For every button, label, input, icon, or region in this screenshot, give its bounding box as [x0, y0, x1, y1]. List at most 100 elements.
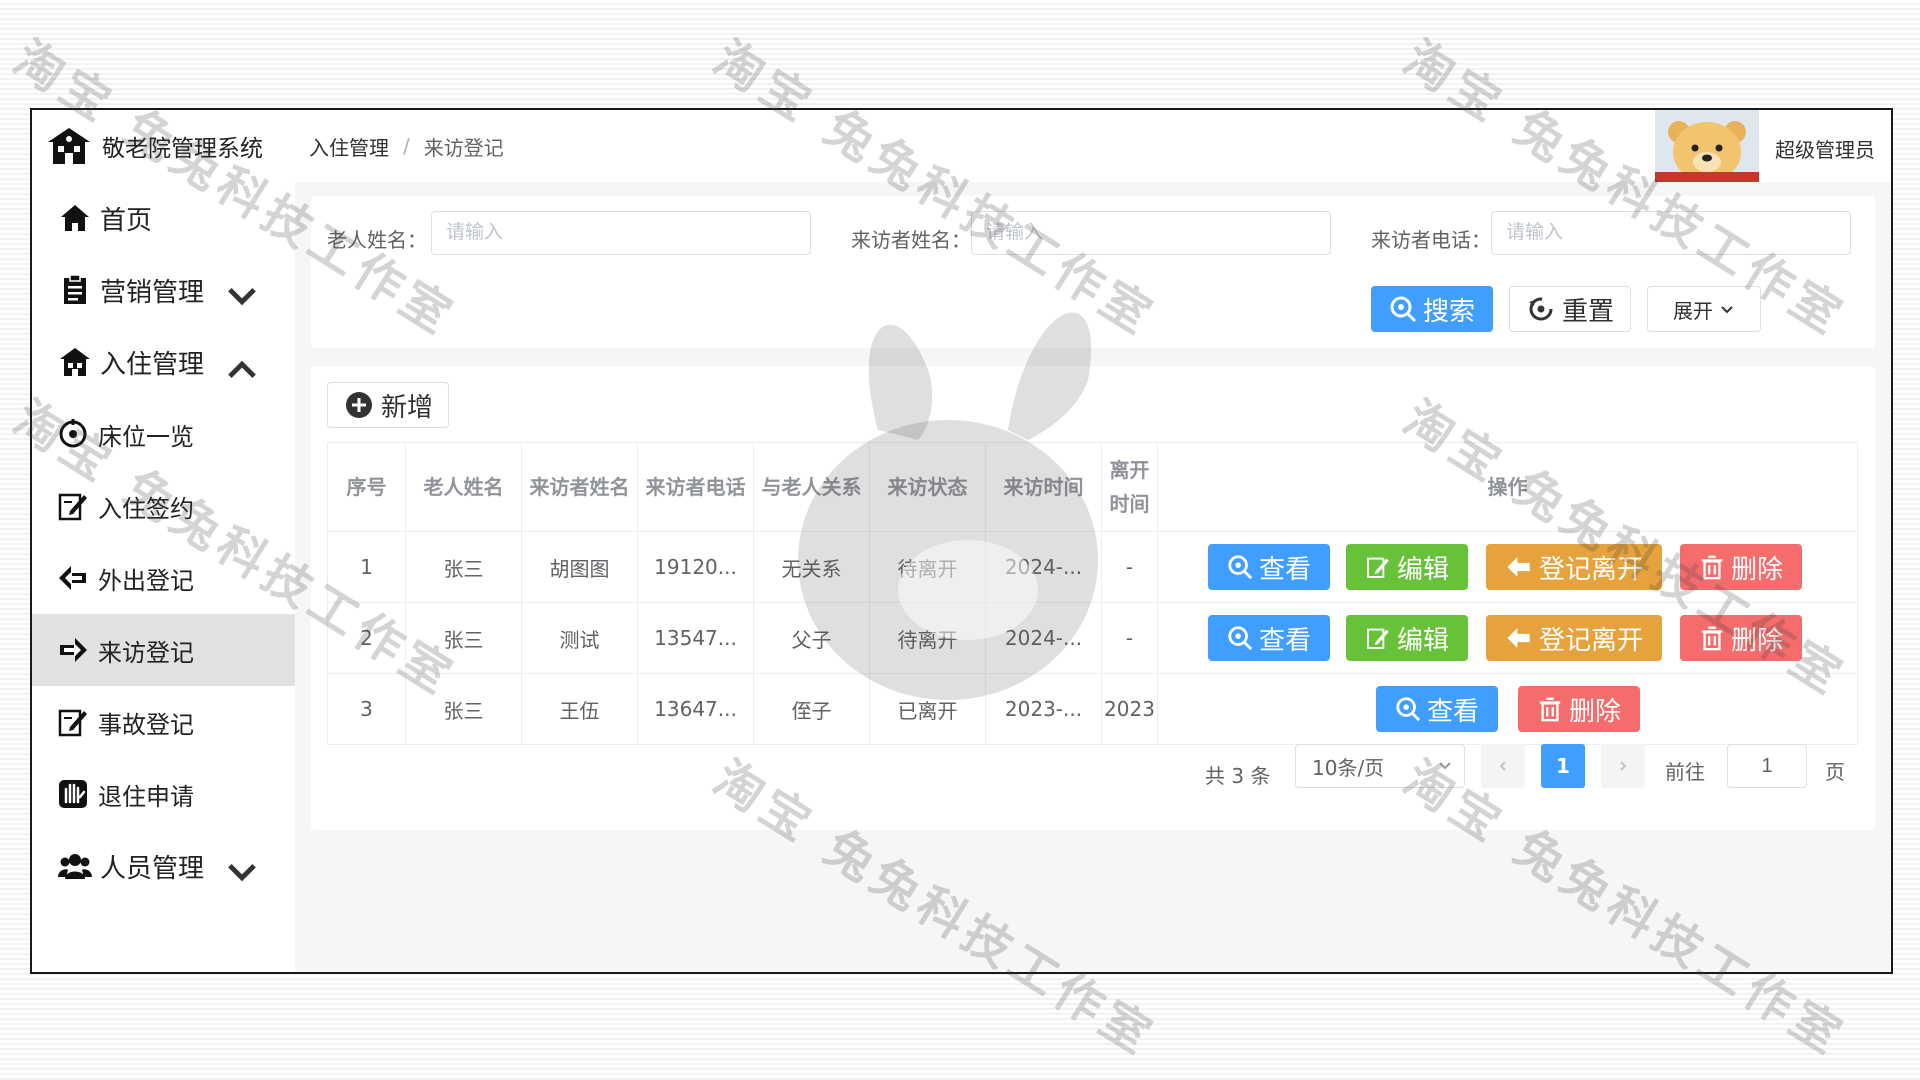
- table-row: 1 张三 胡图图 19120... 无关系 待离开 2024-... - 查看 …: [327, 531, 1858, 603]
- cell-leave-time: -: [1101, 531, 1158, 603]
- register-leave-button[interactable]: 登记离开: [1486, 615, 1662, 661]
- column-header: 来访者姓名: [521, 442, 638, 532]
- visitor-phone-label: 来访者电话：: [1371, 228, 1491, 252]
- search-panel: 老人姓名： 来访者姓名： 来访者电话： 搜索 重置 展开: [311, 196, 1875, 348]
- user-name[interactable]: 超级管理员: [1775, 134, 1875, 163]
- sidebar-item-visits[interactable]: 来访登记: [32, 614, 295, 686]
- search-icon: [1396, 697, 1421, 722]
- view-button[interactable]: 查看: [1208, 544, 1330, 590]
- breadcrumb-separator: /: [403, 134, 410, 158]
- sidebar-item-marketing[interactable]: 营销管理: [32, 254, 295, 326]
- house-icon: [60, 348, 90, 376]
- column-header: 来访状态: [869, 442, 986, 532]
- cell-visit-time: 2024-...: [985, 602, 1102, 674]
- elder-name-input[interactable]: [431, 211, 811, 255]
- search-icon: [1390, 296, 1417, 323]
- delete-button[interactable]: 删除: [1518, 686, 1640, 732]
- sidebar-item-staff[interactable]: 人员管理: [32, 830, 295, 902]
- search-button[interactable]: 搜索: [1371, 286, 1493, 332]
- sidebar: 敬老院管理系统 首页 营销管理 入住管理 床位一览 入住签约 外出登记 来访登记…: [32, 110, 295, 972]
- cell-phone: 13547...: [637, 602, 754, 674]
- cell-relation: 侄子: [753, 673, 870, 745]
- building-icon: [48, 128, 90, 164]
- cell-actions: 查看 编辑 登记离开 删除: [1157, 602, 1858, 674]
- chevron-left-icon: [1499, 761, 1506, 771]
- visits-table: 序号 老人姓名 来访者姓名 来访者电话 与老人关系 来访状态 来访时间 离开时间…: [327, 442, 1858, 745]
- cell-visitor: 胡图图: [521, 531, 638, 603]
- goto-page-input[interactable]: [1727, 744, 1807, 788]
- delete-button[interactable]: 删除: [1680, 544, 1802, 590]
- cell-visitor: 王伍: [521, 673, 638, 745]
- search-button-label: 搜索: [1422, 296, 1475, 327]
- visitor-name-input[interactable]: [971, 211, 1331, 255]
- sidebar-item-accident[interactable]: 事故登记: [32, 686, 295, 758]
- sidebar-item-label: 入住签约: [98, 494, 194, 523]
- arrow-left-icon: [1507, 628, 1530, 648]
- sidebar-item-label: 入住管理: [100, 349, 205, 380]
- table-row: 2 张三 测试 13547... 父子 待离开 2024-... - 查看 编辑…: [327, 602, 1858, 674]
- column-header: 来访时间: [985, 442, 1102, 532]
- prev-page-button[interactable]: [1481, 744, 1525, 788]
- sidebar-item-checkin[interactable]: 入住管理: [32, 326, 295, 398]
- delete-button[interactable]: 删除: [1680, 615, 1802, 661]
- sidebar-item-checkout[interactable]: 退住申请: [32, 758, 295, 830]
- view-button-label: 查看: [1258, 554, 1311, 585]
- cell-no: 3: [327, 673, 406, 745]
- page-size-select[interactable]: 10条/页: [1295, 744, 1465, 788]
- avatar[interactable]: [1655, 110, 1759, 182]
- edit-icon: [1367, 557, 1389, 578]
- column-header: 序号: [327, 442, 406, 532]
- sidebar-item-outing[interactable]: 外出登记: [32, 542, 295, 614]
- view-button[interactable]: 查看: [1376, 686, 1498, 732]
- register-leave-label: 登记离开: [1538, 554, 1643, 585]
- arrow-left-icon: [1507, 557, 1530, 577]
- expand-button[interactable]: 展开: [1647, 286, 1761, 332]
- cell-no: 2: [327, 602, 406, 674]
- table-header-row: 序号 老人姓名 来访者姓名 来访者电话 与老人关系 来访状态 来访时间 离开时间…: [327, 442, 1858, 532]
- register-leave-button[interactable]: 登记离开: [1486, 544, 1662, 590]
- view-button[interactable]: 查看: [1208, 615, 1330, 661]
- cell-actions: 查看 删除: [1157, 673, 1858, 745]
- cell-relation: 父子: [753, 602, 870, 674]
- page-1-button[interactable]: 1: [1541, 744, 1585, 788]
- column-header: 老人姓名: [405, 442, 522, 532]
- edit-button[interactable]: 编辑: [1346, 615, 1468, 661]
- cell-status: 待离开: [869, 602, 986, 674]
- add-button[interactable]: 新增: [327, 382, 449, 428]
- sidebar-item-label: 事故登记: [98, 710, 194, 739]
- goto-label: 前往: [1665, 760, 1705, 784]
- sidebar-item-label: 首页: [100, 205, 153, 236]
- elder-name-label: 老人姓名：: [327, 228, 427, 252]
- sidebar-item-label: 床位一览: [98, 422, 194, 451]
- target-icon: [59, 419, 87, 448]
- arrow-right-icon: [60, 638, 87, 662]
- cell-relation: 无关系: [753, 531, 870, 603]
- cell-elder: 张三: [405, 531, 522, 603]
- view-button-label: 查看: [1258, 625, 1311, 656]
- edit-button-label: 编辑: [1396, 554, 1449, 585]
- home-icon: [61, 205, 89, 231]
- delete-button-label: 删除: [1730, 554, 1783, 585]
- sidebar-item-beds[interactable]: 床位一览: [32, 398, 295, 470]
- search-icon: [1228, 626, 1253, 651]
- chevron-up-icon: [228, 360, 256, 379]
- visitor-phone-input[interactable]: [1491, 211, 1851, 255]
- sidebar-item-home[interactable]: 首页: [32, 182, 295, 254]
- breadcrumb-parent[interactable]: 入住管理: [309, 132, 389, 161]
- arrow-left-icon: [59, 566, 86, 590]
- register-leave-label: 登记离开: [1538, 625, 1643, 656]
- edit-button[interactable]: 编辑: [1346, 544, 1468, 590]
- sidebar-item-label: 人员管理: [100, 853, 205, 884]
- breadcrumb-current: 来访登记: [423, 135, 504, 160]
- cell-visit-time: 2023-...: [985, 673, 1102, 745]
- next-page-button[interactable]: [1601, 744, 1645, 788]
- view-button-label: 查看: [1426, 696, 1479, 727]
- main-area: 入住管理 / 来访登记 超级管理员 老人姓名： 来访者姓名： 来访者电话：: [295, 110, 1891, 972]
- sidebar-item-label: 来访登记: [98, 638, 194, 667]
- chevron-down-icon: [1721, 306, 1733, 314]
- reset-button[interactable]: 重置: [1509, 286, 1631, 332]
- trash-icon: [1701, 626, 1723, 651]
- cell-elder: 张三: [405, 673, 522, 745]
- sidebar-item-contract[interactable]: 入住签约: [32, 470, 295, 542]
- sidebar-item-label: 外出登记: [98, 566, 194, 595]
